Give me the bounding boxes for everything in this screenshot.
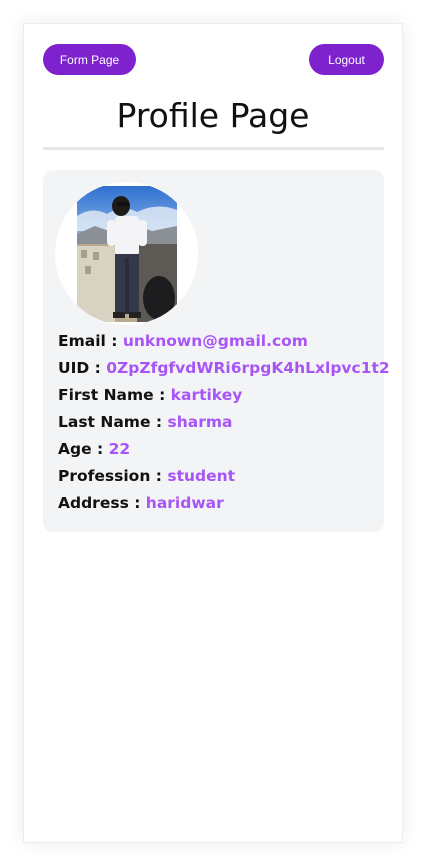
profession-label: Profession : bbox=[58, 467, 168, 485]
form-page-button[interactable]: Form Page bbox=[43, 44, 136, 75]
email-label: Email : bbox=[58, 332, 123, 350]
avatar bbox=[55, 182, 198, 325]
uid-row: UID : 0ZpZfgfvdWRi6rpgK4hLxlpvc1t2 bbox=[58, 355, 390, 382]
email-value: unknown@gmail.com bbox=[122, 332, 308, 350]
email-row: Email : unknown@gmail.com bbox=[58, 328, 383, 355]
age-value: 22 bbox=[108, 440, 131, 458]
profile-photo bbox=[77, 186, 177, 322]
first-name-row: First Name : kartikey bbox=[58, 382, 383, 409]
profession-row: Profession : student bbox=[58, 463, 383, 490]
logout-button[interactable]: Logout bbox=[309, 44, 384, 75]
last-name-value: sharma bbox=[167, 413, 233, 431]
page-container: Form Page Logout Profile Page Email: un… bbox=[23, 23, 403, 843]
address-row: Address : haridwar bbox=[58, 490, 383, 517]
first-name-value: kartikey bbox=[170, 386, 243, 404]
profile-card: Email : unknown@gmail.com UID : 0ZpZfgfv… bbox=[43, 170, 390, 532]
first-name-label: First Name : bbox=[58, 386, 171, 404]
age-label: Age : bbox=[58, 440, 109, 458]
page-title: Profile Page bbox=[116, 96, 310, 135]
uid-label: UID : bbox=[58, 359, 107, 377]
last-name-row: Last Name : sharma bbox=[58, 409, 383, 436]
uid-value: 0ZpZfgfvdWRi6rpgK4hLxlpvc1t2 bbox=[106, 359, 390, 377]
profession-value: student bbox=[167, 467, 236, 485]
profile-details: Email : unknown@gmail.com UID : 0ZpZfgfv… bbox=[58, 328, 390, 517]
last-name-label: Last Name : bbox=[58, 413, 168, 431]
address-value: haridwar bbox=[145, 494, 224, 512]
address-label: Address : bbox=[58, 494, 146, 512]
age-row: Age : 22 bbox=[58, 436, 383, 463]
title-divider bbox=[43, 147, 384, 150]
